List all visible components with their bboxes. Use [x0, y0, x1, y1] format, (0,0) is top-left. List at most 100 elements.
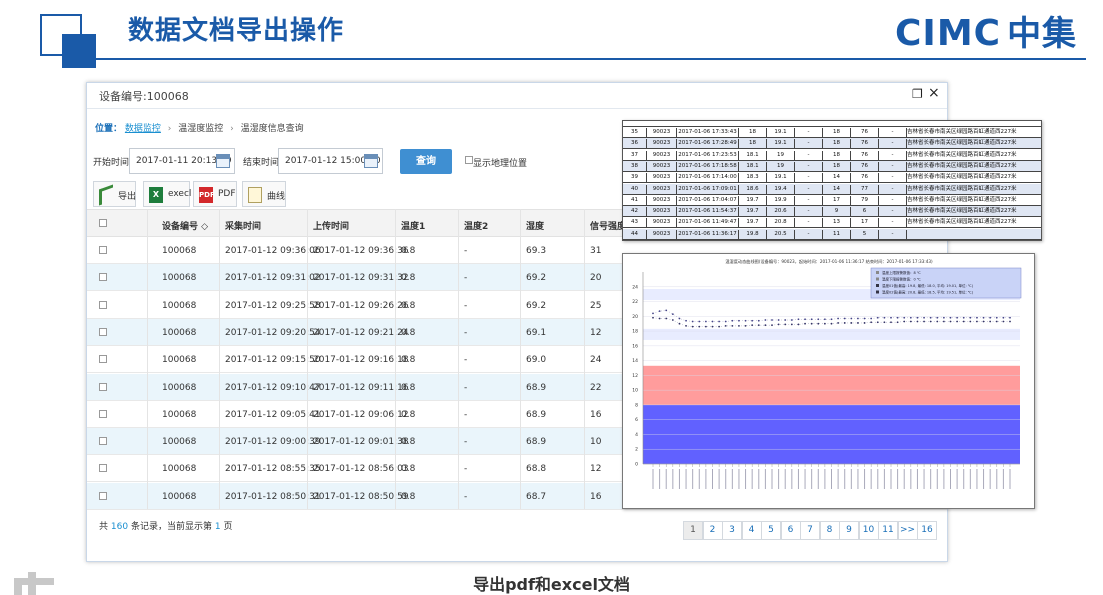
restore-icon[interactable]: ❐ [912, 87, 923, 101]
series-point [671, 319, 674, 321]
exported-cell-extra: - [879, 139, 907, 150]
row-checkbox[interactable] [99, 491, 107, 500]
page-button[interactable]: 5 [761, 521, 781, 540]
calendar-icon[interactable] [364, 154, 378, 168]
x-tick-label-mark [897, 469, 899, 489]
series-point [744, 325, 747, 327]
cell-device-id: 100068 [162, 437, 197, 448]
chart-band-2 [643, 328, 1020, 340]
exported-cell-index: 44 [623, 229, 647, 240]
series-point [658, 317, 661, 320]
series-point [989, 316, 992, 319]
cell-temp1: 0.8 [401, 327, 416, 338]
breadcrumb-item-data-monitor[interactable]: 数据监控 [125, 124, 161, 134]
exported-cell-index: 36 [623, 139, 647, 150]
exported-cell-humidity: 76 [851, 150, 879, 161]
row-checkbox[interactable] [99, 409, 107, 418]
column-divider [520, 209, 521, 509]
exported-cell-signal: 18 [823, 128, 851, 138]
page-button[interactable]: 1 [683, 521, 703, 540]
row-checkbox[interactable] [99, 246, 107, 254]
legend-entry: 温度上限报警数值：8 ℃ [882, 270, 921, 275]
cell-humidity: 68.8 [526, 464, 547, 475]
x-tick-label-mark [956, 469, 958, 489]
exported-cell-time: 2017-01-06 17:14:00 [677, 173, 739, 184]
summary-middle: 条记录，当前显示第 [130, 522, 212, 532]
excel-button[interactable]: X execl [143, 181, 191, 207]
exported-cell-humidity: 76 [851, 139, 879, 150]
series-point [804, 322, 806, 325]
x-tick-label-mark [771, 469, 773, 489]
page-button[interactable]: 6 [780, 521, 801, 540]
row-checkbox[interactable] [99, 382, 107, 391]
exported-cell-extra: - [879, 229, 907, 240]
y-tick-label: 14 [632, 358, 638, 364]
exported-cell-temp3: - [795, 128, 823, 138]
slide-caption: 导出pdf和excel文档 [473, 575, 630, 594]
series-point [883, 316, 886, 319]
series-point [989, 320, 992, 323]
series-point [982, 320, 985, 323]
exported-cell-time: 2017-01-06 11:36:17 [677, 229, 739, 240]
row-checkbox[interactable] [99, 327, 107, 336]
exported-cell-temp2: 19.4 [767, 184, 795, 195]
cell-signal: 16 [590, 409, 602, 420]
page-button[interactable]: 3 [722, 521, 742, 540]
row-checkbox[interactable] [99, 273, 107, 282]
page-button[interactable]: 10 [858, 521, 879, 540]
page-button[interactable]: 9 [839, 521, 859, 540]
series-point [777, 319, 780, 321]
end-time-input[interactable]: 2017-01-12 15:00:00 [278, 148, 383, 174]
series-point [995, 320, 998, 323]
row-checkbox[interactable] [99, 300, 107, 309]
exported-cell-extra: - [879, 128, 907, 138]
start-time-input[interactable]: 2017-01-11 20:13:09 [129, 148, 235, 174]
row-checkbox[interactable] [99, 355, 107, 364]
cell-temp1: 0.8 [401, 437, 416, 448]
cell-humidity: 68.9 [526, 437, 547, 448]
curve-button[interactable]: 曲线 [242, 181, 286, 207]
page-button[interactable]: 16 [917, 521, 937, 540]
page-button[interactable]: 2 [702, 521, 723, 540]
x-tick-label-mark [712, 469, 713, 489]
page-button[interactable]: 7 [800, 521, 820, 540]
pdf-button[interactable]: PDF PDF [193, 181, 237, 207]
y-tick-label: 2 [635, 447, 638, 453]
cell-temp1: 0.8 [401, 382, 416, 393]
show-geo-checkbox[interactable] [465, 156, 473, 164]
column-header-device-id[interactable]: 设备编号 ◇ [162, 219, 208, 232]
exported-cell-time: 2017-01-06 17:18:58 [677, 161, 739, 172]
series-point [704, 325, 707, 328]
series-point [976, 320, 978, 323]
series-point [790, 319, 793, 321]
page-button[interactable]: >> [897, 521, 918, 540]
select-all-checkbox[interactable] [99, 219, 107, 227]
exported-cell-temp3: - [795, 195, 823, 206]
series-point [751, 319, 754, 322]
close-icon[interactable]: × [928, 85, 940, 101]
breadcrumb-item-temp-monitor[interactable]: 温湿度监控 [178, 124, 223, 134]
row-checkbox[interactable] [99, 464, 107, 473]
exported-cell-address [907, 230, 1041, 240]
row-checkbox[interactable] [99, 437, 107, 446]
page-button[interactable]: 11 [878, 521, 898, 540]
export-button[interactable]: 导出 [93, 181, 136, 207]
x-tick-label-mark [725, 469, 727, 489]
exported-cell-signal: 11 [823, 229, 851, 240]
cell-temp2: - [464, 327, 468, 338]
exported-table-row: 43 90023 2017-01-06 11:49:47 19.7 20.8-13 17-… [623, 217, 1041, 229]
page-button[interactable]: 8 [819, 521, 840, 540]
calendar-icon[interactable] [216, 154, 230, 168]
exported-cell-device-id: 90023 [647, 150, 677, 161]
exported-cell-device-id: 90023 [647, 128, 677, 138]
cell-signal: 22 [590, 382, 602, 393]
x-tick-label-mark [976, 469, 978, 489]
x-tick-label-mark [718, 469, 720, 489]
exported-cell-index: 41 [623, 195, 647, 206]
column-divider [458, 209, 459, 509]
series-point [665, 317, 668, 320]
page-button[interactable]: 4 [741, 521, 762, 540]
series-point [823, 322, 826, 325]
query-button[interactable]: 查询 [400, 149, 452, 174]
series-point [738, 319, 740, 322]
